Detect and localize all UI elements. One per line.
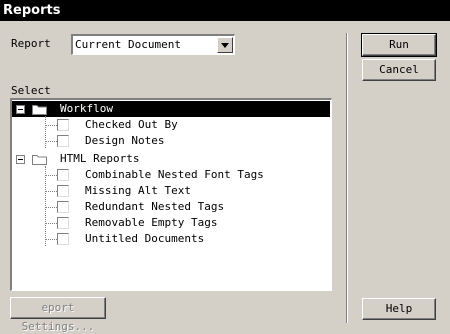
select-label: Select bbox=[11, 84, 51, 97]
run-button[interactable]: Run bbox=[361, 33, 437, 57]
tree-item-label: Missing Alt Text bbox=[85, 184, 191, 197]
tree-item[interactable]: Missing Alt Text bbox=[12, 183, 330, 199]
chevron-down-icon[interactable] bbox=[217, 37, 233, 53]
tree-item[interactable]: Removable Empty Tags bbox=[12, 215, 330, 231]
item-checkbox[interactable] bbox=[57, 185, 69, 197]
collapse-icon[interactable] bbox=[16, 105, 25, 114]
tree-item-label: Checked Out By bbox=[85, 118, 178, 131]
tree-item[interactable]: Checked Out By bbox=[12, 117, 330, 133]
reports-dialog: Report Current Document Select Workflow … bbox=[0, 21, 450, 334]
tree-item-label: Redundant Nested Tags bbox=[85, 200, 225, 213]
report-label: Report bbox=[11, 37, 51, 50]
item-checkbox[interactable] bbox=[57, 119, 69, 131]
tree-item[interactable]: Combinable Nested Font Tags bbox=[12, 167, 330, 183]
tree-item[interactable]: Redundant Nested Tags bbox=[12, 199, 330, 215]
tree-group-label: Workflow bbox=[60, 102, 113, 115]
folder-icon bbox=[32, 155, 47, 165]
tree-item[interactable]: Untitled Documents bbox=[12, 231, 330, 247]
help-button[interactable]: Help bbox=[362, 298, 436, 320]
select-label-text: Select bbox=[11, 84, 51, 97]
report-label-text: Report bbox=[11, 37, 51, 50]
tree-item-label: Untitled Documents bbox=[85, 232, 205, 245]
tree-group-html-reports[interactable]: HTML Reports bbox=[12, 151, 330, 167]
tree-group-workflow[interactable]: Workflow bbox=[12, 101, 330, 117]
report-tree[interactable]: Workflow Checked Out By Design Notes HTM… bbox=[10, 98, 332, 291]
run-label: Run bbox=[389, 38, 409, 51]
tree-item[interactable]: Design Notes bbox=[12, 133, 330, 149]
report-select-value: Current Document bbox=[75, 38, 181, 51]
report-settings-label: eport Settings... bbox=[21, 301, 95, 333]
vertical-divider bbox=[346, 33, 348, 323]
collapse-icon[interactable] bbox=[16, 155, 25, 164]
report-select[interactable]: Current Document bbox=[71, 34, 235, 55]
window-title: Reports bbox=[3, 3, 61, 18]
report-settings-button[interactable]: eport Settings... bbox=[10, 297, 106, 333]
tree-item-label: Design Notes bbox=[85, 134, 165, 147]
item-checkbox[interactable] bbox=[57, 169, 69, 181]
help-label: Help bbox=[385, 302, 413, 315]
item-checkbox[interactable] bbox=[57, 217, 69, 229]
tree-item-label: Combinable Nested Font Tags bbox=[85, 168, 264, 181]
cancel-button[interactable]: Cancel bbox=[362, 59, 436, 81]
item-checkbox[interactable] bbox=[57, 135, 69, 147]
item-checkbox[interactable] bbox=[57, 201, 69, 213]
item-checkbox[interactable] bbox=[57, 233, 69, 245]
tree-item-label: Removable Empty Tags bbox=[85, 216, 218, 229]
tree-group-label: HTML Reports bbox=[60, 152, 140, 165]
title-bar: Reports bbox=[0, 0, 450, 21]
folder-icon bbox=[32, 105, 47, 115]
cancel-label: Cancel bbox=[379, 63, 419, 76]
